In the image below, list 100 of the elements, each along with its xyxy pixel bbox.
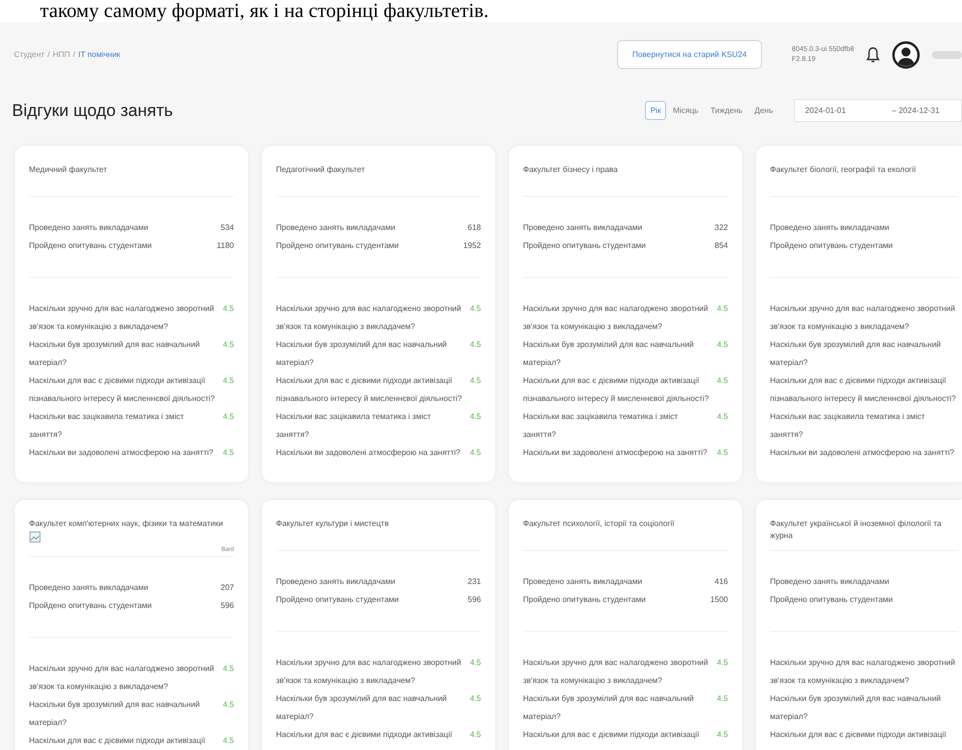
question-score: 4.5	[470, 693, 481, 705]
period-tab[interactable]: Місяць	[668, 101, 704, 120]
stat-label: Проведено занять викладачами	[29, 222, 148, 234]
stat-value: 322	[714, 222, 728, 234]
question-score: 4.5	[222, 411, 234, 423]
return-button[interactable]: Повернутися на старий KSU24	[617, 40, 762, 69]
question-score: 4.5	[716, 303, 728, 315]
period-tab[interactable]: День	[750, 101, 778, 120]
question-score: 4.5	[716, 693, 728, 705]
date-range-field[interactable]: 2024-01-01 – 2024-12-31	[794, 99, 962, 122]
question-text: Наскільки для вас є дієвими підходи активізації	[276, 729, 454, 741]
question-text: Наскільки зручно для вас налагоджено зворотний зв'язок та комунікацію з викладачем?	[276, 303, 462, 333]
stat-value: 416	[714, 576, 728, 588]
question-text: Наскільки для вас є дієвими підходи активізації пізнавального інтересу й мисленнєвої діяльності?	[276, 375, 463, 405]
blurred-name	[932, 50, 962, 58]
stat-label: Проведено занять викладачами	[523, 222, 642, 234]
stat-value: 618	[468, 222, 481, 234]
question-text: Наскільки зручно для вас налагоджено зворотний зв'язок та комунікацію з викладачем?	[770, 657, 956, 687]
stat-label: Пройдено опитувань студентами	[276, 240, 399, 252]
breadcrumb-link[interactable]: ІТ помічник	[78, 50, 120, 59]
question-score: 4.5	[470, 411, 481, 423]
question-score: 4.5	[716, 657, 728, 669]
bell-icon[interactable]	[866, 46, 880, 64]
broken-image-icon	[29, 531, 41, 543]
question-score: 4.5	[716, 729, 728, 741]
question-score: 4.5	[222, 663, 234, 675]
question-text: Наскільки зручно для вас налагоджено зворотний зв'язок та комунікацію з викладачем?	[770, 303, 956, 333]
question-score: 4.5	[222, 375, 234, 387]
stat-label: Проведено занять викладачами	[523, 576, 642, 588]
page-title: Відгуки щодо занять	[12, 100, 173, 120]
question-text: Наскільки був зрозумілий для вас навчальний матеріал?	[29, 339, 201, 369]
question-score: 4.5	[470, 339, 481, 351]
question-text: Наскільки був зрозумілий для вас навчальний матеріал?	[770, 693, 942, 723]
stat-value: 596	[468, 594, 481, 606]
stat-label: Пройдено опитувань студентами	[523, 594, 646, 606]
stat-value: 1952	[463, 240, 481, 252]
stat-label: Проведено занять викладачами	[29, 582, 148, 594]
question-text: Наскільки ви задоволені атмосферою на занятті?	[29, 447, 214, 459]
question-text: Наскільки зручно для вас налагоджено зворотний зв'язок та комунікацію з викладачем?	[29, 303, 216, 333]
question-score: 4.5	[222, 699, 234, 711]
question-text: Наскільки був зрозумілий для вас навчальний матеріал?	[29, 699, 201, 729]
stat-label: Проведено занять викладачами	[770, 222, 890, 234]
question-score: 4.5	[470, 447, 481, 459]
stat-label: Проведено занять викладачами	[276, 576, 396, 588]
question-text: Наскільки вас зацікавила тематика і зміст заняття?	[29, 411, 185, 441]
question-text: Наскільки для вас є дієвими підходи активізації	[523, 729, 700, 741]
stat-label: Пройдено опитувань студентами	[29, 600, 152, 612]
stat-value: 854	[714, 240, 728, 252]
question-score: 4.5	[716, 411, 728, 423]
period-tab[interactable]: Тиждень	[705, 101, 748, 120]
question-text: Наскільки зручно для вас налагоджено зворотний зв'язок та комунікацію з викладачем?	[523, 657, 710, 687]
question-text: Наскільки вас зацікавила тематика і зміст заняття?	[276, 411, 432, 441]
question-text: Наскільки для вас є дієвими підходи активізації	[770, 729, 948, 741]
question-text: Наскільки для вас є дієвими підходи активізації пізнавального інтересу й мисленнєвої діяльності?	[523, 375, 710, 405]
question-text: Наскільки для вас є дієвими підходи активізації пізнавального інтересу й мисленнєвої діяльності?	[770, 375, 957, 405]
card-title: Медичний факультет	[29, 164, 107, 176]
card-title: Факультет бізнесу і права	[523, 164, 618, 176]
question-text: Наскільки був зрозумілий для вас навчальний матеріал?	[523, 339, 695, 369]
question-text: Наскільки ви задоволені атмосферою на занятті?	[276, 447, 462, 459]
question-text: Наскільки для вас є дієвими підходи активізації пізнавального інтересу й мисленнєвої діяльності?	[29, 375, 216, 405]
question-text: Наскільки ви задоволені атмосферою на занятті?	[770, 447, 956, 459]
question-text: Наскільки був зрозумілий для вас навчальний матеріал?	[770, 339, 942, 369]
question-score: 4.5	[222, 303, 234, 315]
card-title: Факультет комп'ютерних наук, фізики та математики	[29, 518, 223, 530]
stat-value: 1180	[216, 240, 234, 252]
question-text: Наскільки ви задоволені атмосферою на занятті?	[523, 447, 708, 459]
stat-label: Пройдено опитувань студентами	[523, 240, 646, 252]
question-score: 4.5	[470, 303, 481, 315]
question-text: Наскільки був зрозумілий для вас навчальний матеріал?	[523, 693, 695, 723]
question-text: Наскільки вас зацікавила тематика і зміст заняття?	[770, 411, 926, 441]
question-score: 4.5	[470, 375, 481, 387]
card-title: Педагогічний факультет	[276, 164, 365, 176]
stat-label: Проведено занять викладачами	[276, 222, 396, 234]
stat-value: 596	[220, 600, 234, 612]
question-score: 4.5	[470, 657, 481, 669]
card-title: Факультет психології, історії та соціології	[523, 518, 674, 530]
breadcrumb-link[interactable]: НПП	[52, 50, 70, 59]
card-title: Факультет української й іноземної філології та журна	[770, 518, 942, 542]
stat-value: 1500	[710, 594, 728, 606]
stat-value: 534	[220, 222, 234, 234]
question-text: Наскільки зручно для вас налагоджено зворотний зв'язок та комунікацію з викладачем?	[276, 657, 462, 687]
question-text: Наскільки був зрозумілий для вас навчальний матеріал?	[276, 339, 448, 369]
card-title: Факультет культури і мистецтв	[276, 518, 389, 530]
question-text: Наскільки був зрозумілий для вас навчальний матеріал?	[276, 693, 448, 723]
period-tab[interactable]: Рік	[645, 101, 666, 120]
stat-value: 207	[220, 582, 234, 594]
question-score: 4.5	[470, 729, 481, 741]
question-text: Наскільки зручно для вас налагоджено зворотний зв'язок та комунікацію з викладачем?	[29, 663, 216, 693]
question-score: 4.5	[222, 447, 234, 459]
card-title: Факультет біології, географії та екології	[770, 164, 916, 176]
question-text: Наскільки для вас є дієвими підходи активізації	[29, 735, 206, 747]
breadcrumb-link[interactable]: Студент	[14, 50, 44, 59]
question-score: 4.5	[716, 447, 728, 459]
avatar-icon[interactable]	[892, 40, 920, 68]
question-score: 4.5	[222, 339, 234, 351]
question-score: 4.5	[716, 339, 728, 351]
question-score: 4.5	[222, 735, 234, 747]
breadcrumb-separator: /	[47, 50, 50, 59]
question-text: Наскільки зручно для вас налагоджено зворотний зв'язок та комунікацію з викладачем?	[523, 303, 710, 333]
stat-label: Пройдено опитувань студентами	[276, 594, 399, 606]
